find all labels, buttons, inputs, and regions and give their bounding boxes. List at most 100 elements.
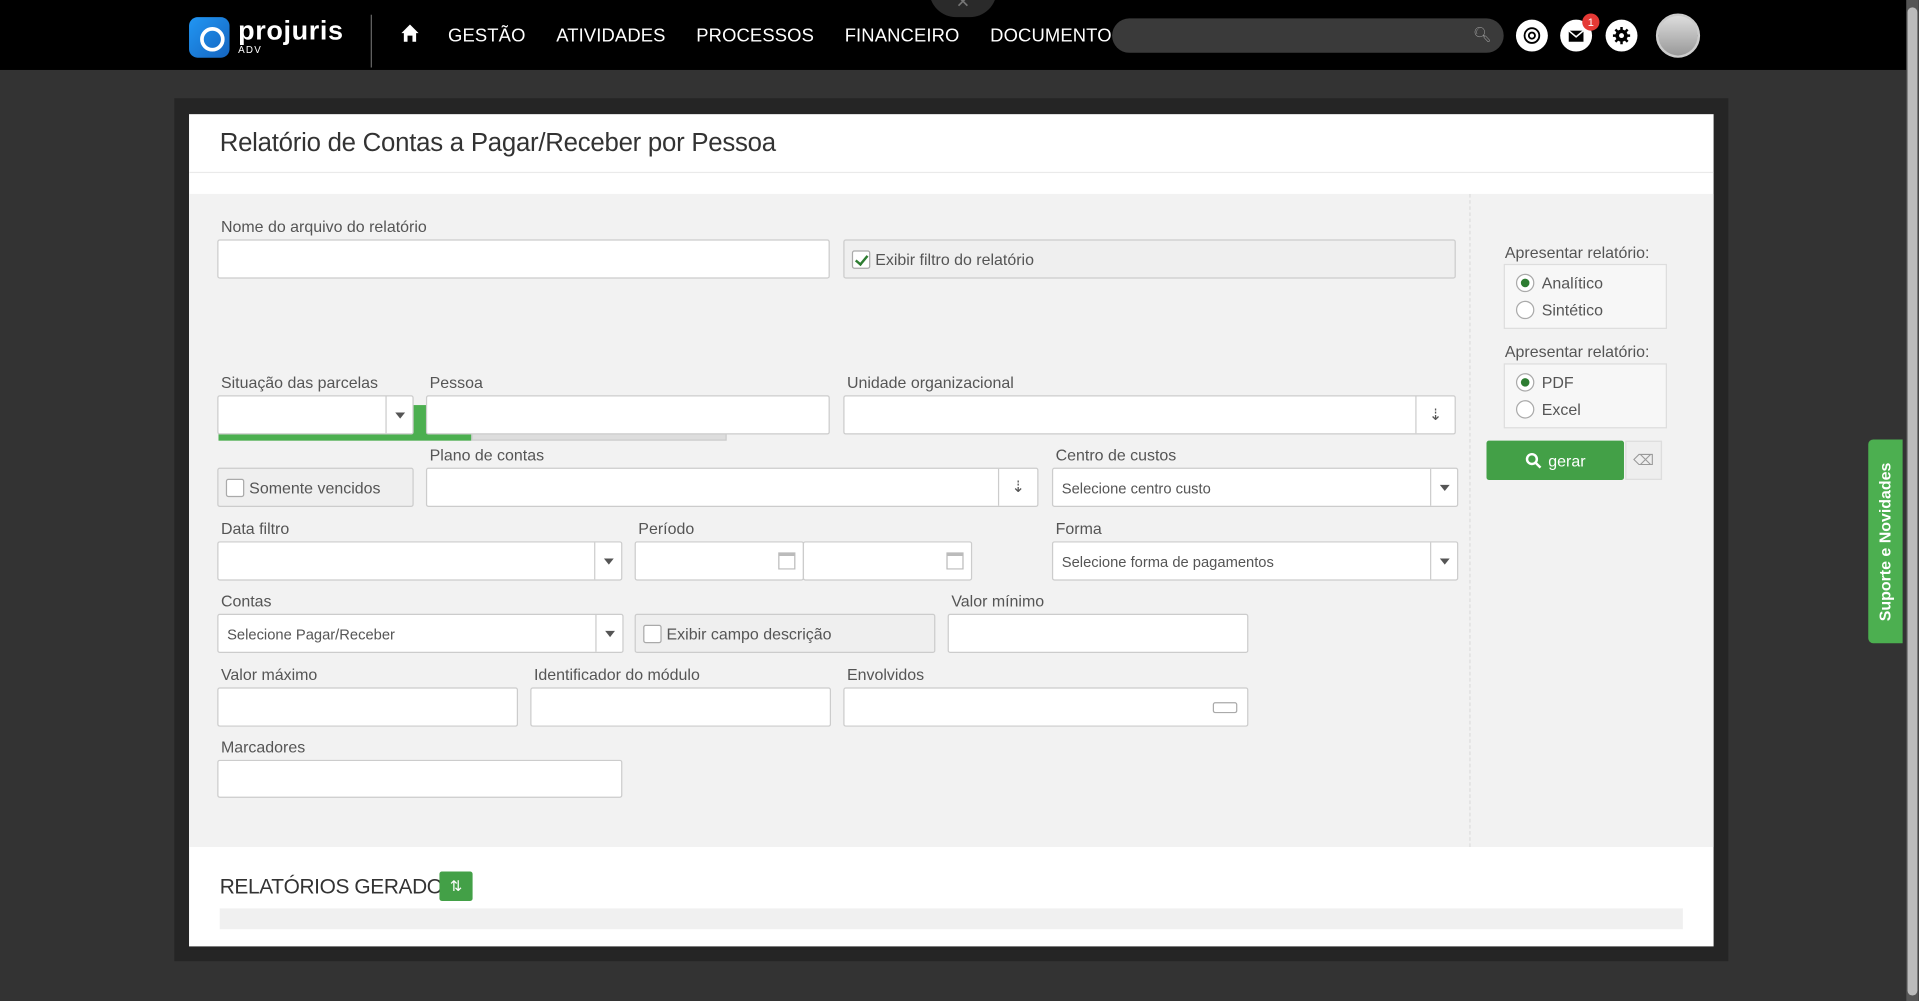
nav-atividades[interactable]: ATIVIDADES [556,25,665,46]
reports-title: RELATÓRIOS GERADOS [219,875,457,899]
nav-documentos[interactable]: DOCUMENTOS [990,25,1124,46]
plano-contas-input[interactable]: ⇣ [425,467,1039,507]
valor-maximo-input[interactable] [217,687,519,727]
chevron-down-icon[interactable] [594,542,621,580]
unidade-input[interactable]: ⇣ [843,395,1456,435]
apresentar-label-1: Apresentar relatório: [1504,243,1650,262]
search-icon [1526,452,1542,469]
chevron-down-icon[interactable] [1430,542,1457,580]
somente-vencidos-checkbox[interactable]: Somente vencidos [217,467,414,507]
data-filtro-label: Data filtro [220,519,290,538]
logo-divider [370,14,372,68]
checkbox-icon[interactable] [225,478,245,498]
identificador-label: Identificador do módulo [533,665,700,684]
nav-processos[interactable]: PROCESSOS [696,25,814,46]
clear-button[interactable]: ⌫ [1625,440,1663,480]
settings-button[interactable] [1605,19,1638,52]
nav-gestao[interactable]: GESTÃO [448,25,525,46]
reports-list [219,908,1683,930]
radio-analitico[interactable] [1515,273,1535,293]
home-icon[interactable] [400,23,425,48]
pdf-label: PDF [1541,373,1574,392]
periodo-start-input[interactable] [634,541,805,581]
close-icon: ✕ [955,0,971,12]
calendar-icon[interactable] [778,552,796,570]
exibir-descricao-checkbox[interactable]: Exibir campo descrição [634,613,936,654]
calendar-icon[interactable] [946,552,964,570]
projuris-logo[interactable]: projuris ADV [189,17,344,58]
contas-placeholder: Selecione Pagar/Receber [227,626,395,644]
envolvidos-input[interactable] [843,687,1249,727]
main-nav: GESTÃO ATIVIDADES PROCESSOS FINANCEIRO D… [400,23,1155,48]
assistant-button[interactable] [1515,19,1548,52]
data-filtro-select[interactable] [217,541,623,581]
forma-label: Forma [1055,519,1102,538]
ai-assistant-icon [1523,27,1541,44]
sort-icon: ⇅ [449,877,463,895]
periodo-end-input[interactable] [802,541,973,581]
show-filter-checkbox[interactable]: Exibir filtro do relatório [843,239,1456,279]
pessoa-input[interactable] [425,395,830,435]
contas-select[interactable]: Selecione Pagar/Receber [217,613,624,654]
tree-select-icon[interactable]: ⇣ [997,468,1037,506]
somente-vencidos-label: Somente vencidos [249,478,381,498]
support-tab[interactable]: Suporte e Novidades [1868,439,1903,644]
mail-icon [1568,30,1584,42]
radio-excel[interactable] [1515,400,1535,419]
sidebar-divider [1469,193,1471,847]
page-scrollbar[interactable] [1906,0,1919,1001]
checkbox-icon[interactable] [643,624,662,644]
sort-button[interactable]: ⇅ [439,871,473,901]
valor-minimo-label: Valor mínimo [951,591,1045,611]
forma-placeholder: Selecione forma de pagamentos [1061,553,1274,571]
messages-button[interactable]: 1 [1560,13,1600,52]
report-panel: Relatório de Contas a Pagar/Receber por … [189,114,1714,947]
chevron-down-icon[interactable] [595,614,622,652]
title-divider [189,171,1714,174]
centro-label: Centro de custos [1055,445,1177,464]
global-search-input[interactable]: 🔍︎ [1112,18,1504,53]
pessoa-label: Pessoa [429,373,483,392]
situacao-label: Situação das parcelas [220,373,378,392]
valor-maximo-label: Valor máximo [220,665,318,684]
checkbox-checked-icon[interactable] [851,250,871,269]
identificador-input[interactable] [530,687,832,727]
plano-label: Plano de contas [429,445,545,464]
chevron-down-icon[interactable] [1430,468,1457,506]
brand-sub: ADV [238,44,263,56]
chevron-down-icon[interactable] [385,396,412,434]
report-form: Nome do arquivo do relatório Exibir filt… [189,193,1714,847]
detail-level-radio-group: Analítico Sintético [1503,263,1667,329]
envolvidos-label: Envolvidos [846,665,925,684]
centro-custos-select[interactable]: Selecione centro custo [1051,467,1459,507]
file-name-label: Nome do arquivo do relatório [220,217,427,236]
forma-select[interactable]: Selecione forma de pagamentos [1051,541,1459,581]
sintetico-label: Sintético [1541,300,1603,320]
marcadores-label: Marcadores [220,737,306,757]
periodo-label: Período [638,519,695,538]
brand-name: projuris [238,14,344,46]
marcadores-input[interactable] [217,759,623,798]
file-name-input[interactable] [217,239,830,279]
user-avatar[interactable] [1655,13,1701,58]
scrollbar-thumb[interactable] [1907,7,1918,996]
search-icon: 🔍︎ [1472,25,1492,43]
nav-financeiro[interactable]: FINANCEIRO [845,25,960,46]
support-label: Suporte e Novidades [1876,461,1895,621]
radio-pdf[interactable] [1515,373,1535,392]
tree-select-icon[interactable]: ⇣ [1415,396,1454,434]
excel-label: Excel [1541,400,1581,419]
contas-label: Contas [220,591,272,611]
apresentar-label-2: Apresentar relatório: [1504,342,1650,361]
collapse-header-button[interactable]: ✕ [929,0,997,18]
notification-badge: 1 [1582,13,1600,31]
tag-icon [1212,702,1238,714]
analitico-label: Analítico [1541,273,1603,293]
valor-minimo-input[interactable] [947,613,1249,654]
situacao-select[interactable] [217,395,414,435]
centro-placeholder: Selecione centro custo [1061,479,1211,498]
projuris-logo-icon [189,17,230,58]
top-navbar: projuris ADV GESTÃO ATIVIDADES PROCESSOS… [0,0,1907,70]
radio-sintetico[interactable] [1515,300,1535,320]
gerar-button[interactable]: gerar [1486,440,1624,480]
